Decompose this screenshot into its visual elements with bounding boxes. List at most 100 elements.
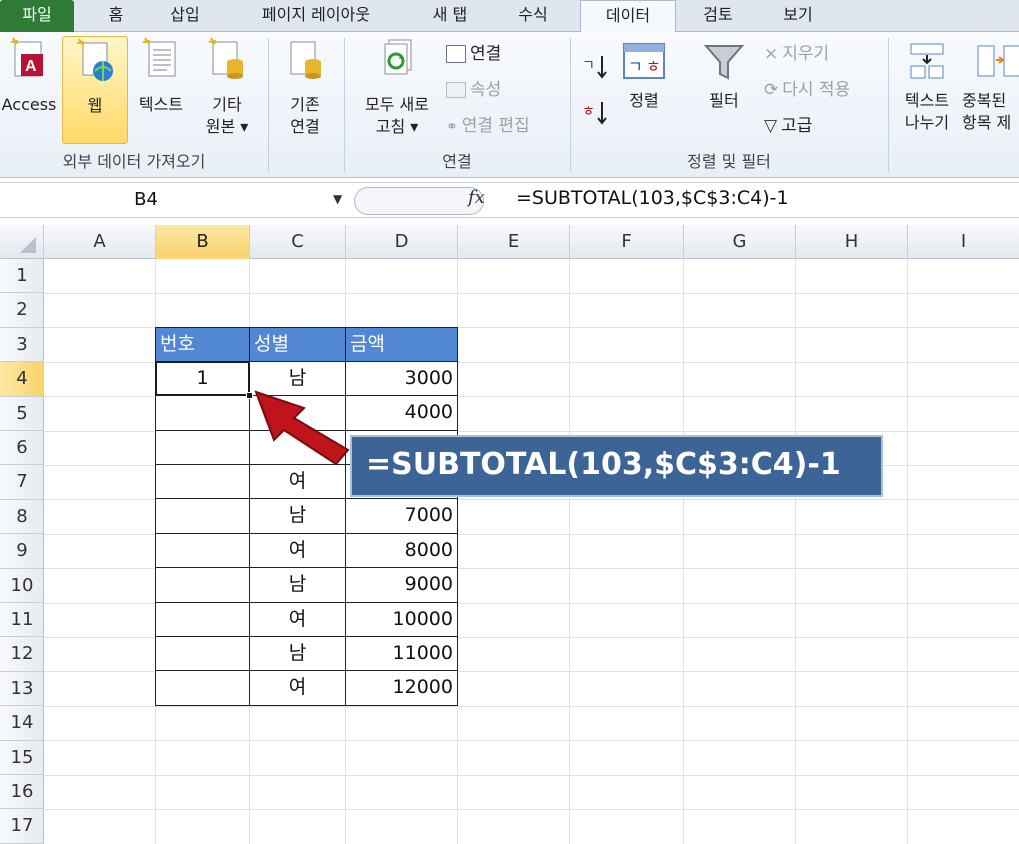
row-header-1[interactable]: 1 — [0, 259, 44, 294]
column-headers: A B C D E F G H I — [0, 225, 1019, 259]
cell-b6[interactable] — [155, 430, 250, 465]
cell-c12[interactable]: 남 — [249, 636, 346, 671]
cell-c7[interactable]: 여 — [249, 464, 346, 499]
row-header-15[interactable]: 15 — [0, 741, 44, 775]
column-header-d[interactable]: D — [346, 225, 458, 259]
column-header-c[interactable]: C — [250, 225, 346, 259]
row-header-4[interactable]: 4 — [0, 362, 44, 397]
gridline — [907, 259, 908, 844]
formula-input[interactable]: =SUBTOTAL(103,$C$3:C4)-1 — [516, 187, 789, 209]
tab-review[interactable]: 검토 — [688, 0, 748, 32]
existing-connections-button[interactable]: 기존 연결 — [274, 36, 336, 144]
column-header-f[interactable]: F — [570, 225, 684, 259]
cell-d13[interactable]: 12000 — [345, 670, 458, 706]
sort-ascending-button[interactable]: ㄱ — [578, 50, 614, 86]
name-box-dropdown-icon[interactable]: ▼ — [333, 192, 342, 206]
row-header-14[interactable]: 14 — [0, 706, 44, 741]
formula-callout: =SUBTOTAL(103,$C$3:C4)-1 — [350, 435, 883, 497]
gridline — [683, 259, 684, 844]
refresh-icon — [384, 39, 412, 75]
tab-insert[interactable]: 삽입 — [150, 0, 220, 32]
cell-d9[interactable]: 8000 — [345, 533, 458, 568]
advanced-filter-button[interactable]: ▽ 고급 — [764, 112, 812, 140]
cell-b12[interactable] — [155, 636, 250, 671]
sort-button[interactable]: ㄱ ㅎ 정렬 — [616, 40, 672, 140]
tab-page-layout[interactable]: 페이지 레이아웃 — [236, 0, 396, 32]
edit-links-label: 연결 편집 — [461, 116, 530, 136]
remove-duplicates-button[interactable]: 중복된 항목 제 — [962, 40, 1019, 140]
tab-view[interactable]: 보기 — [766, 0, 830, 32]
text-to-columns-button[interactable]: 텍스트 나누기 — [894, 40, 960, 140]
cell-d11[interactable]: 10000 — [345, 602, 458, 637]
connections-label: 연결 — [470, 44, 502, 64]
existing-label-1: 기존 — [290, 95, 320, 114]
cell-b11[interactable] — [155, 602, 250, 637]
connections-button[interactable]: 연결 — [446, 40, 501, 68]
row-header-16[interactable]: 16 — [0, 775, 44, 810]
row-header-17[interactable]: 17 — [0, 809, 44, 844]
column-header-e[interactable]: E — [458, 225, 570, 259]
worksheet-grid[interactable]: 번호 성별 금액 1 남 3000 4000 여 남 7000 여 8000 남… — [44, 259, 1019, 844]
insert-function-icon[interactable]: fx — [468, 187, 485, 208]
cell-c11[interactable]: 여 — [249, 602, 346, 637]
select-all-button[interactable] — [0, 225, 44, 259]
name-box[interactable]: B4 — [0, 185, 352, 215]
cell-d10[interactable]: 9000 — [345, 567, 458, 603]
row-header-13[interactable]: 13 — [0, 672, 44, 707]
tab-home[interactable]: 홈 — [88, 0, 144, 32]
row-header-11[interactable]: 11 — [0, 603, 44, 638]
row-header-12[interactable]: 12 — [0, 637, 44, 672]
cell-d4[interactable]: 3000 — [345, 361, 458, 396]
column-header-b[interactable]: B — [156, 225, 250, 259]
row-header-10[interactable]: 10 — [0, 569, 44, 603]
row-header-5[interactable]: 5 — [0, 397, 44, 431]
from-other-sources-button[interactable]: 기타 원본 ▾ — [196, 36, 258, 144]
row-header-2[interactable]: 2 — [0, 293, 44, 328]
column-header-a[interactable]: A — [44, 225, 156, 259]
tab-formulas[interactable]: 수식 — [500, 0, 566, 32]
cell-d12[interactable]: 11000 — [345, 636, 458, 671]
filter-button[interactable]: 필터 — [694, 40, 754, 140]
column-header-h[interactable]: H — [796, 225, 908, 259]
link-icon: ⚭ — [446, 119, 458, 135]
cell-c9[interactable]: 여 — [249, 533, 346, 568]
row-header-9[interactable]: 9 — [0, 534, 44, 569]
row-header-8[interactable]: 8 — [0, 500, 44, 535]
web-label: 웹 — [87, 96, 103, 115]
cell-c13[interactable]: 여 — [249, 670, 346, 706]
cell-c10[interactable]: 남 — [249, 567, 346, 603]
properties-icon — [446, 82, 466, 98]
cell-c8[interactable]: 남 — [249, 498, 346, 534]
column-header-g[interactable]: G — [684, 225, 796, 259]
gridline — [44, 706, 1019, 707]
column-header-i[interactable]: I — [908, 225, 1019, 259]
cell-b8[interactable] — [155, 498, 250, 534]
cell-b5[interactable] — [155, 395, 250, 431]
from-access-button[interactable]: A Access — [0, 36, 58, 144]
tab-data[interactable]: 데이터 — [580, 0, 676, 33]
row-header-3[interactable]: 3 — [0, 328, 44, 363]
remove-duplicates-label-2: 항목 제 — [962, 113, 1012, 132]
table-header-number[interactable]: 번호 — [155, 327, 250, 362]
cell-d8[interactable]: 7000 — [345, 498, 458, 534]
table-header-gender[interactable]: 성별 — [249, 327, 346, 362]
red-arrow-annotation — [254, 390, 350, 466]
cell-b13[interactable] — [155, 670, 250, 706]
svg-text:A: A — [25, 58, 37, 75]
row-header-6[interactable]: 6 — [0, 431, 44, 466]
row-header-7[interactable]: 7 — [0, 465, 44, 500]
from-web-button[interactable]: 웹 — [62, 36, 128, 144]
cell-b10[interactable] — [155, 567, 250, 603]
table-header-amount[interactable]: 금액 — [345, 327, 458, 362]
cell-b9[interactable] — [155, 533, 250, 568]
tab-new-tab[interactable]: 새 탭 — [416, 0, 484, 32]
cell-b7[interactable] — [155, 464, 250, 499]
from-text-button[interactable]: 텍스트 — [130, 36, 192, 144]
reapply-label: 다시 적용 — [782, 80, 851, 100]
sort-descending-button[interactable]: ㅎ — [578, 96, 614, 132]
group-separator — [268, 38, 269, 172]
tab-file[interactable]: 파일 — [0, 0, 74, 32]
refresh-all-button[interactable]: 모두 새로 고침 ▾ — [350, 36, 444, 144]
cell-d5[interactable]: 4000 — [345, 395, 458, 431]
other-sources-label-2: 원본 ▾ — [205, 117, 249, 136]
